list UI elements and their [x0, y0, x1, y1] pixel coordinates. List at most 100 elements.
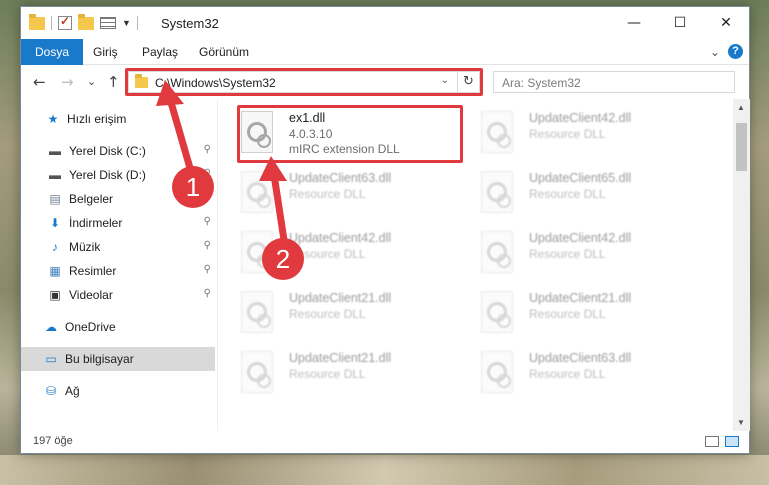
downloads-icon: ⬇ [49, 216, 61, 230]
sidebar-item-onedrive[interactable]: ☁ OneDrive [21, 315, 215, 339]
folder-icon [29, 13, 45, 30]
search-input[interactable]: Ara: System32 [493, 71, 735, 93]
properties-check-icon[interactable] [58, 14, 72, 30]
documents-icon: ▤ [49, 192, 61, 206]
expand-ribbon-chevron-icon[interactable]: ⌄ [710, 45, 720, 59]
pin-icon[interactable]: ⚲ [204, 264, 211, 275]
dll-file-icon [481, 231, 513, 273]
scrollbar-thumb[interactable] [736, 123, 747, 171]
title-bar: ▼ System32 — ☐ ✕ [21, 7, 749, 39]
sidebar-item-label: Resimler [69, 264, 117, 278]
file-detail: Resource DLL [529, 247, 606, 261]
status-bar: 197 öğe [21, 431, 749, 453]
file-detail: Resource DLL [529, 187, 606, 201]
sidebar-item-label: Belgeler [69, 192, 114, 206]
ribbon-right-controls: ⌄ ? [710, 44, 743, 59]
pin-icon[interactable]: ⚲ [204, 240, 211, 251]
navigation-bar: ← → ⌄ ↑ C:\Windows\System32 ⌄ ↻ Ara: Sys… [21, 65, 749, 99]
pictures-icon: ▦ [49, 264, 61, 278]
large-icons-view-icon[interactable] [725, 436, 739, 447]
vertical-scrollbar[interactable]: ▲ ▼ [733, 99, 750, 431]
recent-locations-chevron-icon[interactable]: ⌄ [87, 75, 96, 88]
ribbon-tabs: Dosya Giriş Paylaş Görünüm ⌄ ? [21, 39, 749, 65]
sidebar-item-label: Yerel Disk (C:) [69, 144, 146, 158]
dll-file-icon [241, 351, 273, 393]
sidebar-item-videolar[interactable]: ▣ Videolar ⚲ [21, 283, 215, 307]
address-highlight-box [125, 68, 483, 96]
tab-share[interactable]: Paylaş [142, 39, 178, 65]
dll-file-icon [481, 291, 513, 333]
tab-file[interactable]: Dosya [21, 39, 84, 65]
sidebar-item-label: İndirmeler [69, 216, 123, 230]
details-view-icon[interactable] [705, 436, 719, 447]
sidebar-item-label: Yerel Disk (D:) [69, 168, 146, 182]
computer-icon: ▭ [45, 352, 57, 366]
file-item[interactable]: UpdateClient21.dll Resource DLL [461, 287, 683, 339]
window-controls: — ☐ ✕ [611, 7, 749, 39]
file-name: UpdateClient42.dll [529, 111, 632, 125]
file-item[interactable]: UpdateClient21.dll Resource DLL [221, 287, 443, 339]
file-item[interactable]: UpdateClient65.dll Resource DLL [461, 167, 683, 219]
dll-file-icon [481, 111, 513, 153]
view-options-icon[interactable] [100, 17, 116, 29]
file-name: UpdateClient42.dll [529, 231, 632, 245]
file-detail: Resource DLL [529, 127, 606, 141]
file-detail: Resource DLL [289, 187, 366, 201]
sidebar-item-i-ndirmeler[interactable]: ⬇ İndirmeler ⚲ [21, 211, 215, 235]
sidebar-item-yerel-disk-c[interactable]: ▬ Yerel Disk (C:) ⚲ [21, 139, 215, 163]
file-detail: Resource DLL [289, 367, 366, 381]
file-item[interactable]: UpdateClient42.dll Resource DLL [461, 227, 683, 279]
help-icon[interactable]: ? [728, 44, 743, 59]
tab-view[interactable]: Görünüm [199, 39, 249, 65]
dll-file-icon [241, 171, 273, 213]
sidebar-item-ağ[interactable]: ⛁ Ağ [21, 379, 215, 403]
sidebar-item-label: Ağ [65, 384, 80, 398]
file-name: UpdateClient63.dll [529, 351, 632, 365]
file-item[interactable]: UpdateClient42.dll Resource DLL [461, 107, 683, 159]
sidebar-item-hızlı-erişim[interactable]: ★ Hızlı erişim [21, 107, 215, 131]
file-highlight-box [237, 105, 463, 163]
step-2-badge: 2 [262, 238, 304, 280]
dll-file-icon [241, 291, 273, 333]
drive-icon: ▬ [49, 144, 61, 158]
pin-icon[interactable]: ⚲ [204, 144, 211, 155]
view-switcher [705, 436, 739, 447]
file-item[interactable]: UpdateClient21.dll Resource DLL [221, 347, 443, 399]
minimize-button[interactable]: — [611, 7, 657, 39]
divider [51, 16, 52, 30]
window-title: System32 [161, 16, 219, 31]
file-detail: Resource DLL [529, 307, 606, 321]
customize-toolbar-chevron-icon[interactable]: ▼ [122, 18, 131, 28]
quick-access-toolbar: ▼ [29, 13, 138, 30]
up-arrow-icon[interactable]: ↑ [107, 73, 120, 91]
new-folder-icon[interactable] [78, 13, 94, 30]
sidebar-item-müzik[interactable]: ♪ Müzik ⚲ [21, 235, 215, 259]
scroll-up-icon[interactable]: ▲ [737, 103, 745, 112]
sidebar-item-bu-bilgisayar[interactable]: ▭ Bu bilgisayar [21, 347, 215, 371]
back-arrow-icon[interactable]: ← [33, 73, 46, 91]
close-button[interactable]: ✕ [703, 7, 749, 39]
maximize-button[interactable]: ☐ [657, 7, 703, 39]
pin-icon[interactable]: ⚲ [204, 216, 211, 227]
drive-icon: ▬ [49, 168, 61, 182]
tab-home[interactable]: Giriş [93, 39, 118, 65]
sidebar-item-label: Bu bilgisayar [65, 352, 134, 366]
sidebar-item-label: Müzik [69, 240, 101, 254]
forward-arrow-icon[interactable]: → [61, 73, 74, 91]
step-1-badge: 1 [172, 166, 214, 208]
sidebar-item-resimler[interactable]: ▦ Resimler ⚲ [21, 259, 215, 283]
sidebar-item-label: Hızlı erişim [67, 112, 127, 126]
file-name: UpdateClient65.dll [529, 171, 632, 185]
file-name: UpdateClient21.dll [289, 351, 392, 365]
scroll-down-icon[interactable]: ▼ [737, 418, 745, 427]
cloud-icon: ☁ [45, 320, 57, 334]
dll-file-icon [481, 351, 513, 393]
file-item[interactable]: UpdateClient63.dll Resource DLL [461, 347, 683, 399]
file-name: UpdateClient21.dll [529, 291, 632, 305]
file-item[interactable]: UpdateClient42.dll Resource DLL [221, 227, 443, 279]
file-detail: Resource DLL [289, 307, 366, 321]
pin-icon[interactable]: ⚲ [204, 288, 211, 299]
sidebar-item-label: Videolar [69, 288, 113, 302]
file-item[interactable]: UpdateClient63.dll Resource DLL [221, 167, 443, 219]
pane-splitter[interactable] [217, 99, 218, 431]
